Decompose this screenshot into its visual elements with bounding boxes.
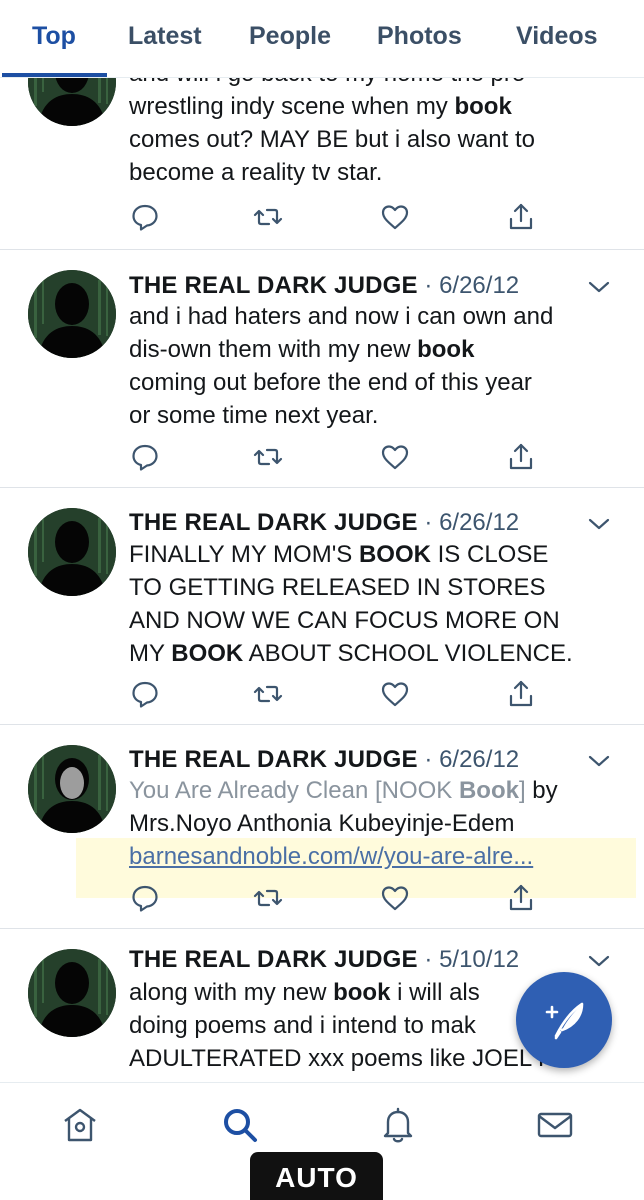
tweet-header: THE REAL DARK JUDGE · 5/10/12	[129, 946, 520, 973]
tweet-header: THE REAL DARK JUDGE · 6/26/12	[129, 746, 520, 773]
chevron-down-icon[interactable]	[588, 517, 610, 531]
avatar[interactable]	[28, 745, 116, 833]
chevron-down-icon[interactable]	[588, 954, 610, 968]
author-name[interactable]: THE REAL DARK JUDGE	[129, 272, 418, 299]
tab-videos[interactable]: Videos	[516, 22, 598, 51]
tweet-link[interactable]: barnesandnoble.com/w/you-are-alre...	[129, 843, 533, 870]
tweet-feed[interactable]: and will i go back to my home the pro wr…	[0, 78, 644, 1082]
reply-icon[interactable]	[130, 442, 160, 472]
avatar[interactable]	[28, 270, 116, 358]
tweet-header: THE REAL DARK JUDGE · 6/26/12	[129, 509, 520, 536]
chevron-down-icon[interactable]	[588, 280, 610, 294]
auto-badge: AUTO	[250, 1152, 383, 1200]
heart-icon[interactable]	[380, 679, 410, 709]
tweet-actions	[0, 679, 644, 713]
reply-icon[interactable]	[130, 679, 160, 709]
search-icon[interactable]	[220, 1105, 260, 1145]
tweet-date: 6/26/12	[439, 509, 520, 536]
active-tab-indicator	[2, 73, 107, 77]
tweet-date: 5/10/12	[439, 946, 520, 973]
heart-icon[interactable]	[380, 442, 410, 472]
author-name[interactable]: THE REAL DARK JUDGE	[129, 509, 418, 536]
avatar[interactable]	[28, 508, 116, 596]
tweet-item[interactable]: and will i go back to my home the pro wr…	[0, 78, 644, 250]
tweet-actions	[0, 883, 644, 917]
avatar[interactable]	[28, 78, 116, 126]
tweet-item[interactable]: THE REAL DARK JUDGE · 6/26/12 FINALLY MY…	[0, 488, 644, 725]
reply-icon[interactable]	[130, 883, 160, 913]
share-icon[interactable]	[506, 202, 536, 232]
author-name[interactable]: THE REAL DARK JUDGE	[129, 746, 418, 773]
tweet-date: 6/26/12	[439, 746, 520, 773]
avatar[interactable]	[28, 949, 116, 1037]
share-icon[interactable]	[506, 679, 536, 709]
retweet-icon[interactable]	[253, 679, 283, 709]
tab-top[interactable]: Top	[32, 22, 76, 51]
tweet-actions	[0, 442, 644, 476]
author-name[interactable]: THE REAL DARK JUDGE	[129, 946, 418, 973]
tweet-text: and will i go back to my home the pro wr…	[129, 78, 535, 186]
retweet-icon[interactable]	[253, 442, 283, 472]
retweet-icon[interactable]	[253, 883, 283, 913]
tweet-text: You Are Already Clean [NOOK Book] by Mrs…	[129, 777, 558, 870]
heart-icon[interactable]	[380, 202, 410, 232]
tab-latest[interactable]: Latest	[128, 22, 202, 51]
tweet-text: FINALLY MY MOM'S BOOK IS CLOSE TO GETTIN…	[129, 541, 573, 667]
search-tabs: Top Latest People Photos Videos	[0, 0, 644, 78]
notifications-bell-icon[interactable]	[378, 1105, 418, 1145]
share-icon[interactable]	[506, 883, 536, 913]
tweet-date: 6/26/12	[439, 272, 520, 299]
chevron-down-icon[interactable]	[588, 754, 610, 768]
tweet-actions	[0, 202, 644, 236]
compose-button[interactable]	[516, 972, 612, 1068]
messages-mail-icon[interactable]	[535, 1105, 575, 1145]
reply-icon[interactable]	[130, 202, 160, 232]
tab-people[interactable]: People	[249, 22, 331, 51]
home-icon[interactable]	[60, 1105, 100, 1145]
tab-photos[interactable]: Photos	[377, 22, 462, 51]
tweet-item[interactable]: THE REAL DARK JUDGE · 6/26/12 You Are Al…	[0, 725, 644, 929]
heart-icon[interactable]	[380, 883, 410, 913]
tweet-item[interactable]: THE REAL DARK JUDGE · 6/26/12 and i had …	[0, 250, 644, 488]
tweet-text: and i had haters and now i can own and d…	[129, 303, 554, 429]
tweet-header: THE REAL DARK JUDGE · 6/26/12	[129, 272, 520, 299]
share-icon[interactable]	[506, 442, 536, 472]
compose-feather-icon	[545, 1002, 584, 1040]
retweet-icon[interactable]	[253, 202, 283, 232]
